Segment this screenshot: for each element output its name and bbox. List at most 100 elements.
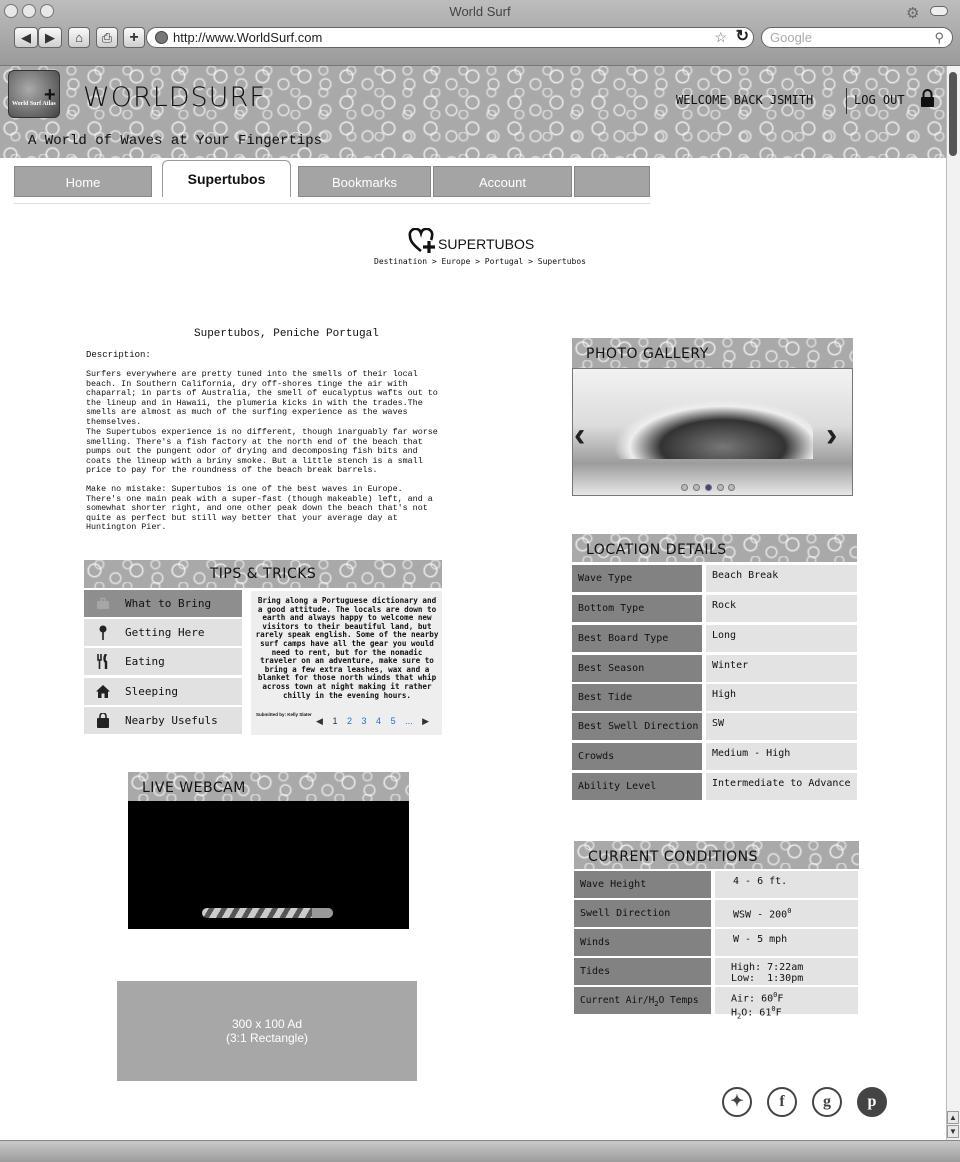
page-link[interactable]: 3 — [362, 716, 367, 726]
home-button[interactable]: ⌂ — [68, 27, 90, 48]
tip-item-what-to-bring[interactable]: What to Bring — [84, 590, 242, 617]
search-icon[interactable]: ⚲ — [934, 28, 944, 47]
welcome-message: WELCOME BACK JSMITH — [676, 93, 814, 107]
bookmark-star-icon[interactable]: ☆ — [714, 28, 727, 47]
gallery-dot-active[interactable] — [705, 484, 712, 491]
condition-label: Winds — [574, 929, 711, 956]
gallery-prev-icon[interactable]: ‹ — [574, 418, 585, 452]
page-ellipsis: ... — [405, 716, 413, 726]
description-paragraph: The Supertubos experience is no differen… — [86, 427, 438, 476]
condition-value: 4 - 6 ft. — [715, 871, 858, 898]
tab-home[interactable]: Home — [14, 166, 152, 197]
tips-content-text: Bring along a Portuguese dictionary and … — [255, 596, 439, 700]
zoom-window-button[interactable] — [40, 4, 54, 18]
page-link[interactable]: 1 — [332, 716, 337, 726]
gallery-next-icon[interactable]: › — [826, 418, 837, 452]
page-link[interactable]: 2 — [347, 716, 352, 726]
toolbar-toggle-button[interactable] — [930, 6, 948, 16]
gallery-photo[interactable] — [572, 368, 853, 496]
tab-empty[interactable] — [574, 166, 650, 197]
tip-item-eating[interactable]: Eating — [84, 648, 242, 675]
tip-label: Eating — [125, 655, 165, 668]
gallery-dot[interactable] — [693, 484, 700, 491]
forward-button[interactable]: ▶ — [38, 27, 62, 48]
tip-item-sleeping[interactable]: Sleeping — [84, 678, 242, 705]
page-title: SUPERTUBOS — [438, 236, 535, 252]
condition-value: Air: 600F H2O: 610F — [715, 987, 858, 1021]
tip-label: Sleeping — [125, 685, 178, 698]
tip-item-getting-here[interactable]: Getting Here — [84, 619, 242, 646]
twitter-icon[interactable]: ✦ — [722, 1087, 752, 1117]
logout-link[interactable]: LOG OUT — [854, 93, 905, 107]
scroll-up-arrow-icon[interactable]: ▲ — [947, 1111, 959, 1124]
search-input[interactable]: Google ⚲ — [761, 27, 953, 48]
url-input[interactable]: http://www.WorldSurf.com ☆ ↻ — [146, 27, 754, 48]
back-button[interactable]: ◀ — [14, 27, 38, 48]
reload-icon[interactable]: ↻ — [736, 27, 749, 46]
tips-heading: TIPS & TRICKS — [84, 560, 442, 588]
google-plus-icon[interactable]: g — [812, 1087, 842, 1117]
prev-page-icon[interactable]: ◀ — [316, 716, 323, 727]
location-value: SW — [706, 713, 857, 740]
description-paragraph: Surfers everywhere are pretty tuned into… — [86, 369, 438, 427]
house-icon — [96, 685, 110, 698]
location-label: Best Board Type — [572, 625, 702, 652]
air-temp-value: Air: 60 — [731, 993, 774, 1005]
condition-label: Swell Direction — [574, 900, 711, 927]
tide-high: High: 7:22am — [731, 962, 804, 973]
location-label: Bottom Type — [572, 595, 702, 622]
gallery-dot[interactable] — [717, 484, 724, 491]
tips-pagination: ◀ 1 2 3 4 5 ... ▶ — [316, 716, 436, 727]
water-temp: H2O: 610F — [731, 1004, 858, 1022]
gallery-heading: PHOTO GALLERY — [572, 338, 853, 368]
condition-label: Current Air/H2O Temps — [574, 987, 711, 1014]
page-link[interactable]: 4 — [376, 716, 381, 726]
close-window-button[interactable] — [4, 4, 18, 18]
breadcrumb[interactable]: Destination > Europe > Portugal > Supert… — [0, 257, 960, 266]
tab-supertubos[interactable]: Supertubos — [162, 160, 291, 197]
scrollbar-thumb[interactable] — [949, 72, 957, 156]
gallery-dot[interactable] — [681, 484, 688, 491]
condition-label: Tides — [574, 958, 711, 985]
status-bar — [0, 1140, 960, 1162]
tip-item-nearby-usefuls[interactable]: Nearby Usefuls — [84, 707, 242, 734]
condition-value: High: 7:22am Low: 1:30pm — [715, 958, 858, 985]
header-divider — [846, 88, 847, 114]
tab-account[interactable]: Account — [433, 166, 572, 197]
next-page-icon[interactable]: ▶ — [422, 716, 429, 727]
lock-icon[interactable] — [920, 89, 935, 107]
shopping-bag-icon — [97, 713, 109, 728]
pinterest-icon[interactable]: p — [857, 1087, 887, 1117]
page-link[interactable]: 5 — [391, 716, 396, 726]
gallery-dot[interactable] — [728, 484, 735, 491]
heart-plus-icon[interactable] — [408, 228, 438, 254]
print-button[interactable]: ⎙ — [96, 27, 118, 48]
location-value: Beach Break — [706, 565, 857, 592]
condition-value: WSW - 2000 — [715, 900, 858, 927]
search-placeholder: Google — [770, 30, 812, 45]
location-label: Ability Level — [572, 773, 702, 800]
facebook-icon[interactable]: f — [767, 1087, 797, 1117]
description-paragraph: Make no mistake: Supertubos is one of th… — [86, 484, 433, 533]
gear-icon[interactable]: ⚙ — [906, 4, 919, 22]
loading-bar-end — [312, 908, 333, 918]
nav-underline — [14, 197, 650, 204]
tab-bookmarks[interactable]: Bookmarks — [298, 166, 431, 197]
water-temp-unit: F — [775, 1007, 782, 1019]
scroll-down-arrow-icon[interactable]: ▼ — [947, 1125, 959, 1138]
webcam-heading: LIVE WEBCAM — [128, 772, 409, 802]
location-value: Rock — [706, 595, 857, 622]
scrollbar[interactable] — [946, 66, 960, 1140]
new-tab-button[interactable]: + — [123, 27, 145, 48]
minimize-window-button[interactable] — [22, 4, 36, 18]
location-label: Crowds — [572, 743, 702, 770]
location-label: Best Tide — [572, 684, 702, 711]
wave-image — [613, 399, 813, 459]
swell-value: WSW - 200 — [733, 909, 788, 921]
tip-label: What to Bring — [125, 597, 212, 610]
temps-label-end: O Temps — [658, 995, 699, 1006]
globe-icon — [155, 31, 168, 44]
tip-label: Getting Here — [125, 626, 205, 639]
air-temp: Air: 600F — [731, 990, 858, 1004]
ad-placeholder[interactable]: 300 x 100 Ad (3:1 Rectangle) — [117, 981, 417, 1081]
